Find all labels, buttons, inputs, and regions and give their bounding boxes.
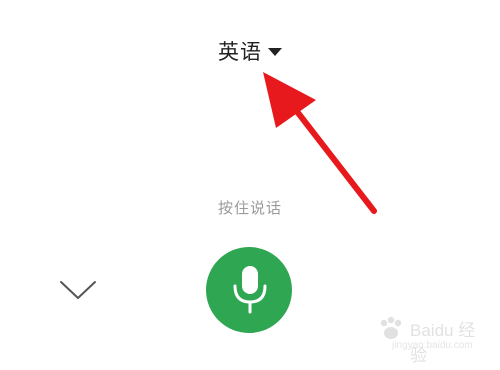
collapse-button[interactable] <box>58 276 98 304</box>
caret-down-icon <box>268 48 282 56</box>
language-label: 英语 <box>218 40 262 64</box>
chevron-down-icon <box>60 281 96 299</box>
hold-to-talk-button[interactable] <box>206 247 292 333</box>
baidu-jingyan-watermark: Baidu 经验 jingyan.baidu.com <box>376 314 486 365</box>
press-to-talk-hint: 按住说话 <box>217 199 282 217</box>
watermark-url: jingyan.baidu.com <box>392 340 473 351</box>
microphone-icon <box>233 266 267 314</box>
language-selector[interactable]: 英语 <box>218 36 282 66</box>
voice-translate-screen: 英语 按住说话 Baidu 经验 jingyan.baidu.com <box>0 0 500 370</box>
